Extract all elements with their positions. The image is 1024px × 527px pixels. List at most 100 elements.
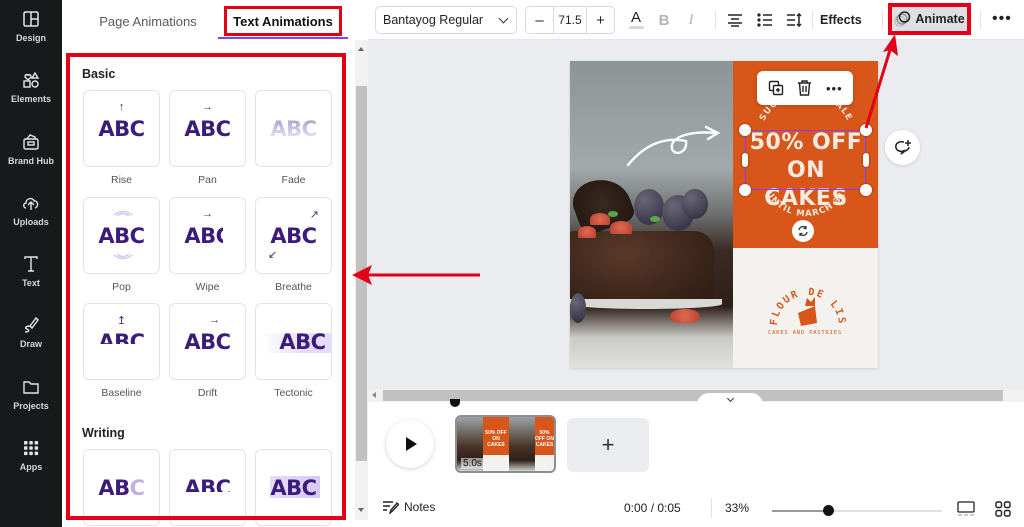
decrease-font-size-button[interactable]: –	[526, 7, 553, 33]
clip-duration: 5.0s	[461, 458, 484, 469]
sidebar-item-apps[interactable]: Apps	[0, 429, 62, 481]
resize-handle-bottom-left[interactable]	[739, 184, 751, 196]
canvas-horizontal-scrollbar[interactable]	[368, 389, 1024, 402]
brand-panel[interactable]: FLOUR DE LIS CAKES AND PASTRIES	[733, 248, 878, 368]
timeline: 50% OFF ON CAKES 50% OFF ON CAKES 5.0s +…	[368, 399, 1024, 527]
cake-slice-logo-icon	[798, 297, 817, 326]
arrow-right-icon: →	[170, 314, 245, 326]
design-page[interactable]: SUGAR RUSH SALE UNTIL MARCH 31 50% OFF O…	[570, 61, 878, 368]
resize-handle-top-left[interactable]	[739, 124, 751, 136]
sidebar-item-uploads[interactable]: Uploads	[0, 184, 62, 236]
grid-view-button[interactable]	[992, 499, 1014, 519]
animation-writing-3[interactable]: ABC	[255, 449, 332, 526]
animation-preview: ABC	[184, 476, 231, 500]
mint-leaf	[650, 216, 660, 222]
cake-photo[interactable]	[570, 61, 733, 368]
playhead[interactable]	[450, 399, 460, 408]
more-element-options-button[interactable]: •••	[823, 77, 845, 99]
line-spacing-icon	[786, 13, 802, 27]
animation-rise[interactable]: ↑ ABC	[83, 90, 160, 167]
animation-writing-1[interactable]: ABC	[83, 449, 160, 526]
italic-button[interactable]: I	[684, 8, 698, 32]
scroll-down-icon[interactable]	[358, 508, 364, 512]
animation-label: Drift	[197, 387, 218, 399]
delete-button[interactable]	[794, 77, 816, 99]
add-page-button[interactable]: +	[567, 418, 649, 472]
pen-icon	[24, 316, 39, 333]
sidebar-item-label: Projects	[13, 401, 49, 411]
resize-handle-top-right[interactable]	[860, 124, 872, 136]
animation-drift[interactable]: → ABC	[169, 303, 246, 380]
fig-image	[570, 293, 586, 323]
spacing-button[interactable]	[785, 8, 803, 32]
duplicate-button[interactable]	[765, 77, 787, 99]
animation-label: Rise	[110, 174, 132, 186]
animation-pan[interactable]: → ABC	[169, 90, 246, 167]
resize-handle-right[interactable]	[863, 153, 869, 167]
animate-button[interactable]: Animate	[888, 3, 971, 35]
tab-page-animations[interactable]: Page Animations	[88, 6, 208, 36]
increase-font-size-button[interactable]: +	[587, 7, 614, 33]
resize-handle-left[interactable]	[742, 153, 748, 167]
tab-text-animations[interactable]: Text Animations	[224, 6, 342, 36]
zoom-percent[interactable]: 33%	[725, 501, 749, 515]
resize-handle-bottom-right[interactable]	[860, 184, 872, 196]
trash-icon	[798, 80, 812, 96]
animation-label: Wipe	[195, 281, 220, 293]
effects-button[interactable]: Effects	[820, 8, 862, 32]
font-family-dropdown[interactable]: Bantayog Regular	[375, 6, 517, 34]
arrow-baseline-icon: ↥	[116, 315, 127, 327]
animation-preview: ABC	[270, 224, 317, 248]
clip-thumb-promo: 50% OFF ON CAKES	[483, 417, 509, 471]
toolbar-divider	[882, 10, 883, 30]
sidebar-item-design[interactable]: Design	[0, 0, 62, 52]
animation-preview: ABC	[270, 476, 317, 500]
more-options-button[interactable]: •••	[992, 10, 1012, 28]
playhead-knob[interactable]	[450, 399, 460, 407]
notes-button[interactable]: Notes	[382, 500, 435, 514]
page-clip[interactable]: 50% OFF ON CAKES 50% OFF ON CAKES 5.0s	[455, 415, 556, 473]
animation-label: Pop	[112, 281, 131, 293]
sidebar-item-brand-hub[interactable]: Brand Hub	[0, 123, 62, 175]
fig-slice	[610, 221, 632, 234]
zoom-slider-track[interactable]	[772, 510, 942, 512]
text-color-icon: A	[630, 9, 641, 26]
text-toolbar: Bantayog Regular – 71.5 + A B I Effects …	[368, 0, 1024, 40]
sidebar-item-projects[interactable]: Projects	[0, 368, 62, 420]
text-color-button[interactable]: A	[627, 8, 645, 32]
add-comment-button[interactable]	[885, 130, 920, 165]
animation-label: Pan	[198, 174, 217, 186]
sidebar-item-label: Draw	[19, 339, 42, 349]
scrollbar-thumb[interactable]	[383, 390, 1003, 401]
animation-wipe[interactable]: → ABC	[169, 197, 246, 274]
animation-baseline[interactable]: ↥ ABC	[83, 303, 160, 380]
bold-button[interactable]: B	[656, 8, 672, 32]
sidebar-item-elements[interactable]: Elements	[0, 61, 62, 113]
sidebar-item-draw[interactable]: Draw	[0, 306, 62, 358]
page-view-button[interactable]	[955, 499, 977, 519]
scroll-up-icon[interactable]	[358, 47, 364, 51]
animation-pop[interactable]: ABC	[83, 197, 160, 274]
animation-fade[interactable]: ABC	[255, 90, 332, 167]
arrow-right-icon: →	[202, 101, 213, 113]
play-button[interactable]	[386, 420, 434, 468]
animation-preview: ABC	[184, 224, 231, 248]
list-button[interactable]	[756, 8, 774, 32]
animation-preview: ABC	[184, 330, 231, 354]
single-page-view-icon	[957, 501, 975, 516]
clip-thumb-text: 50% OFF ON CAKES	[483, 417, 509, 455]
sidebar-item-text[interactable]: Text	[0, 245, 62, 297]
scrollbar-thumb[interactable]	[356, 86, 367, 461]
animation-writing-2[interactable]: ABC	[169, 449, 246, 526]
animation-preview: ABC	[98, 330, 145, 354]
zoom-slider-handle[interactable]	[823, 505, 834, 516]
animation-breathe[interactable]: ↗ ABC ↙	[255, 197, 332, 274]
align-center-button[interactable]	[726, 8, 744, 32]
scroll-left-icon[interactable]	[372, 392, 376, 398]
comment-add-icon	[894, 140, 911, 155]
collapse-timeline-button[interactable]	[697, 393, 763, 405]
panel-scrollbar[interactable]	[355, 40, 368, 520]
animation-tectonic[interactable]: ABC	[255, 303, 332, 380]
rotate-handle[interactable]	[792, 220, 814, 242]
font-size-input[interactable]: 71.5	[553, 7, 587, 33]
